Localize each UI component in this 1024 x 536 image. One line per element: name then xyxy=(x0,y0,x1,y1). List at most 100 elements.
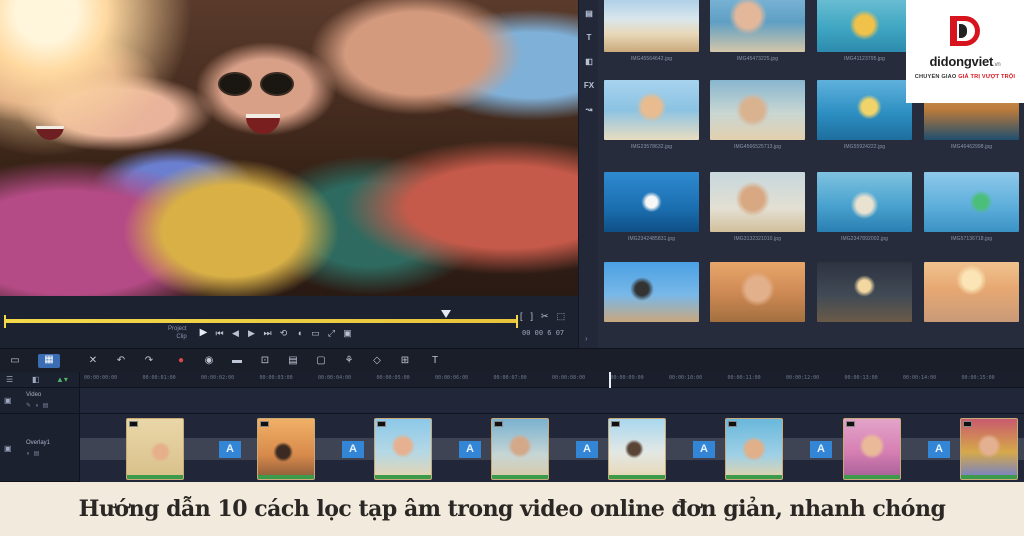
library-thumbnail[interactable]: IMG3132321010.jpg xyxy=(710,172,805,243)
volume-icon[interactable]: ◖ xyxy=(294,328,305,338)
track-manager-icon[interactable]: ☰ xyxy=(6,375,13,384)
overlay-clip[interactable] xyxy=(491,418,549,480)
sound-mixer-icon[interactable]: ◉ xyxy=(202,355,216,367)
clip-status-bar xyxy=(127,475,183,479)
mask-creator-icon[interactable]: ◇ xyxy=(370,355,384,367)
ruler-tick-label: 00:00:13:00 xyxy=(844,375,878,381)
caption-banner: Hướng dẫn 10 cách lọc tạp âm trong video… xyxy=(0,482,1024,536)
transition-icon[interactable]: ◧ xyxy=(582,56,596,68)
thumbnail-caption: IMG4566525713.jpg xyxy=(733,144,781,150)
library-thumbnail[interactable] xyxy=(604,262,699,333)
filter-icon[interactable]: FX xyxy=(582,80,596,92)
redo-icon[interactable]: ↷ xyxy=(142,355,156,367)
undo-icon[interactable]: ↶ xyxy=(114,355,128,367)
overlay-track[interactable]: AAAAAAA xyxy=(80,414,1024,482)
library-thumbnail[interactable]: IMG23578632.jpg xyxy=(604,80,699,151)
record-capture-icon[interactable]: ● xyxy=(174,355,188,367)
transition-block[interactable]: A xyxy=(342,441,364,458)
subtitle-editor-icon[interactable]: ▤ xyxy=(286,355,300,367)
ripple-edit-icon[interactable]: ▲▾ xyxy=(56,375,68,384)
title-tool-icon[interactable]: T xyxy=(428,355,442,367)
enlarge-icon[interactable]: ⤢ xyxy=(326,328,337,338)
library-thumbnail[interactable]: IMG2342485831.jpg xyxy=(604,172,699,243)
timeline-view-icon[interactable]: ▦ xyxy=(38,354,60,368)
play-icon[interactable]: ▶ xyxy=(198,328,209,338)
tools-icon[interactable]: ✕ xyxy=(86,355,100,367)
clip-status-bar xyxy=(492,475,548,479)
mark-out-icon[interactable]: ] xyxy=(531,311,534,322)
playback-mode-labels[interactable]: Project Clip xyxy=(168,325,187,341)
expand-arrow-icon[interactable]: › xyxy=(585,334,588,343)
timeline-toolbar: ▭ ▦ ✕ ↶ ↷ ● ◉ ▬ ⊡ ▤ ▢ ⚘ ◇ ⊞ T xyxy=(0,348,1024,372)
snapshot-icon[interactable]: ▣ xyxy=(342,328,353,338)
overlay-clip[interactable] xyxy=(725,418,783,480)
motion-tracking-icon[interactable]: ⊡ xyxy=(258,355,272,367)
track-head-overlay[interactable]: ▣ Overlay1 ◖▤ xyxy=(0,414,80,482)
scrubber-fill xyxy=(4,319,518,323)
video-track[interactable] xyxy=(80,388,1024,414)
overlay-clip[interactable] xyxy=(960,418,1018,480)
thumbnail-caption: IMG46462998.jpg xyxy=(950,144,993,150)
to-start-icon[interactable]: ⏮ xyxy=(214,328,225,338)
ruler-tick-label: 00:00:00:00 xyxy=(84,375,118,381)
timeline-playhead[interactable] xyxy=(609,372,611,388)
storyboard-view-icon[interactable]: ▭ xyxy=(8,355,22,367)
transition-block[interactable]: A xyxy=(576,441,598,458)
to-end-icon[interactable]: ⏭ xyxy=(262,328,273,338)
transition-block[interactable]: A xyxy=(810,441,832,458)
library-thumbnail[interactable] xyxy=(817,262,912,333)
media-icon[interactable]: ▤ xyxy=(582,8,596,20)
transition-block[interactable]: A xyxy=(928,441,950,458)
video-track-controls[interactable]: ✎◖▤ xyxy=(26,402,52,409)
overlay-clip[interactable] xyxy=(608,418,666,480)
library-thumbnail[interactable] xyxy=(924,262,1019,333)
library-thumbnail[interactable]: IMG55924222.jpg xyxy=(817,80,912,151)
playhead-marker[interactable] xyxy=(441,310,451,318)
trim-out-handle[interactable] xyxy=(516,315,518,328)
ruler-tick-label: 00:00:11:00 xyxy=(727,375,761,381)
fullscreen-icon[interactable]: ⬚ xyxy=(557,311,566,322)
ruler-tick-label: 00:00:06:00 xyxy=(435,375,469,381)
library-thumbnail[interactable]: IMG57136718.jpg xyxy=(924,172,1019,243)
track-head-video[interactable]: ▣ Video ✎◖▤ xyxy=(0,388,80,414)
auto-music-icon[interactable]: ▬ xyxy=(230,355,244,367)
track-header-toolbar: ☰ ◧ ▲▾ xyxy=(0,372,80,388)
scrubber-track[interactable] xyxy=(4,315,518,328)
overlay-track-controls[interactable]: ◖▤ xyxy=(26,450,43,457)
library-thumbnail[interactable]: IMG41123795.jpg xyxy=(817,0,912,63)
video-preview[interactable] xyxy=(0,0,578,296)
clip-type-icon xyxy=(611,421,620,427)
overlay-clip[interactable] xyxy=(374,418,432,480)
transition-block[interactable]: A xyxy=(219,441,241,458)
transition-block[interactable]: A xyxy=(693,441,715,458)
transition-block[interactable]: A xyxy=(459,441,481,458)
prev-frame-icon[interactable]: ◀ xyxy=(230,328,241,338)
timeline-ruler[interactable]: 00:00:00:00 00:00:01:00 00:00:02:00 00:00:0… xyxy=(80,372,1024,388)
library-thumbnail[interactable]: IMG4566525713.jpg xyxy=(710,80,805,151)
library-thumbnail[interactable]: IMG45564642.jpg xyxy=(604,0,699,63)
resolution-icon[interactable]: ▭ xyxy=(310,328,321,338)
timecode-display[interactable]: 00 00 6 07 xyxy=(522,329,564,337)
ruler-tick-label: 00:00:01:00 xyxy=(142,375,176,381)
path-icon[interactable]: ↝ xyxy=(582,104,596,116)
trim-in-handle[interactable] xyxy=(4,315,6,328)
thumbnail-image xyxy=(604,262,699,322)
add-chapter-icon[interactable]: ◧ xyxy=(32,375,40,384)
pan-zoom-icon[interactable]: ⊞ xyxy=(398,355,412,367)
mark-in-icon[interactable]: [ xyxy=(520,311,523,322)
library-thumbnail[interactable] xyxy=(710,262,805,333)
ruler-tick-label: 00:00:09:00 xyxy=(610,375,644,381)
title-icon[interactable]: T xyxy=(582,32,596,44)
multi-camera-icon[interactable]: ▢ xyxy=(314,355,328,367)
repeat-icon[interactable]: ⟲ xyxy=(278,328,289,338)
next-frame-icon[interactable]: ▶ xyxy=(246,328,257,338)
library-thumbnail[interactable]: IMG2347892002.jpg xyxy=(817,172,912,243)
overlay-clip[interactable] xyxy=(257,418,315,480)
mode-project-label[interactable]: Project xyxy=(168,325,187,333)
overlay-clip[interactable] xyxy=(843,418,901,480)
overlay-clip[interactable] xyxy=(126,418,184,480)
mode-clip-label[interactable]: Clip xyxy=(168,333,186,341)
split-clip-icon[interactable]: ✂ xyxy=(541,311,549,322)
library-thumbnail[interactable]: IMG45473225.jpg xyxy=(710,0,805,63)
time-remapping-icon[interactable]: ⚘ xyxy=(342,355,356,367)
